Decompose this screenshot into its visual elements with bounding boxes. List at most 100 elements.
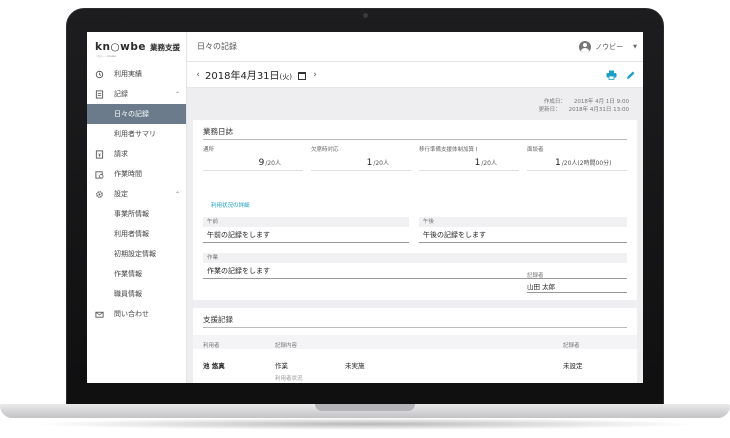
caret-down-icon: ▼ bbox=[633, 43, 637, 50]
daily-log-card: 業務日誌 通所 9/20人 欠席時対応 1/20人 移行準備支援体制加算 I 1… bbox=[193, 120, 637, 300]
sidebar-item-label: 初期設定情報 bbox=[114, 250, 156, 258]
support-log-card: 支援記録 利用者 記録内容 記録者 池 悠真 作業 未実施 未設定 利用者状況 bbox=[193, 308, 637, 383]
invoice-icon bbox=[95, 149, 104, 159]
sidebar-item-label: 利用者情報 bbox=[114, 230, 149, 238]
stat-interviewer: 面談者 1/20人(2時間00分) bbox=[527, 145, 627, 171]
user-menu[interactable]: ノウビー ▼ bbox=[579, 40, 637, 53]
sidebar-item-usage[interactable]: 利用実績 bbox=[87, 64, 186, 84]
sidebar-item-initial-settings[interactable]: 初期設定情報 bbox=[87, 244, 186, 264]
sidebar-item-label: 請求 bbox=[114, 150, 128, 158]
stat-value: 9/20人 bbox=[203, 157, 303, 171]
sidebar-item-staff-info[interactable]: 職員情報 bbox=[87, 284, 186, 304]
chevron-up-icon[interactable]: ⌃ bbox=[175, 91, 180, 98]
sidebar-item-label: 作業時間 bbox=[114, 170, 142, 178]
column-header-content: 記録内容 bbox=[275, 343, 298, 349]
divider bbox=[203, 139, 627, 140]
field-label: 記録者 bbox=[527, 273, 544, 279]
row-status: 未実施 bbox=[345, 362, 365, 370]
chevron-left-icon[interactable]: ‹ bbox=[193, 70, 203, 80]
stat-label: 欠席時対応 bbox=[311, 147, 339, 153]
main-content: 作成日： 2018年 4月 1日 9:00 更新日： 2018年 4月31日 13:… bbox=[193, 92, 637, 383]
card-title: 支援記録 bbox=[203, 315, 233, 324]
history-icon bbox=[95, 70, 104, 79]
recorder-field[interactable]: 記録者 山田 太郎 bbox=[527, 271, 627, 293]
sidebar-nav: 利用実績 記録 ⌃ 日々の記録 利用者サマリ 請求 作業時間 設定 ⌃ 事業所情… bbox=[87, 64, 186, 324]
field-label: 午前 bbox=[203, 217, 409, 227]
sidebar-item-label: 日々の記録 bbox=[114, 110, 149, 118]
page-title: 日々の記録 bbox=[197, 42, 237, 51]
sidebar-item-billing[interactable]: 請求 bbox=[87, 144, 186, 164]
sidebar-item-label: 問い合わせ bbox=[114, 310, 149, 318]
logo[interactable]: kn○wbe 業務支援 ノウビー — knowbe bbox=[87, 32, 186, 62]
sidebar-item-settings[interactable]: 設定 ⌃ bbox=[87, 184, 186, 204]
sidebar-item-office-info[interactable]: 事業所情報 bbox=[87, 204, 186, 224]
stat-unit: /20人 bbox=[481, 160, 497, 167]
afternoon-record-field[interactable]: 午後 午後の記録をします bbox=[419, 217, 627, 243]
row-item-secondary: 利用者状況 bbox=[275, 376, 303, 382]
field-label: 午後 bbox=[419, 217, 627, 227]
sidebar-item-work-info[interactable]: 作業情報 bbox=[87, 264, 186, 284]
sidebar: kn○wbe 業務支援 ノウビー — knowbe 利用実績 記録 ⌃ 日々の記… bbox=[87, 32, 187, 383]
stat-unit: /20人 bbox=[265, 160, 281, 167]
stat-value: 1/20人 bbox=[419, 157, 519, 171]
sidebar-item-daily-record[interactable]: 日々の記録 bbox=[87, 104, 186, 124]
gear-icon bbox=[95, 190, 104, 199]
sidebar-item-label: 事業所情報 bbox=[114, 210, 149, 218]
morning-record-field[interactable]: 午前 午前の記録をします bbox=[203, 217, 409, 243]
sidebar-item-label: 記録 bbox=[114, 90, 128, 98]
created-value: 2018年 4月 1日 9:00 bbox=[573, 99, 629, 105]
stat-transition-support: 移行準備支援体制加算 I 1/20人 bbox=[419, 145, 519, 171]
account-icon bbox=[579, 40, 592, 53]
column-header-user: 利用者 bbox=[203, 343, 220, 349]
date-year-month: 2018年4月 bbox=[205, 71, 257, 82]
sidebar-item-label: 設定 bbox=[114, 190, 128, 198]
stat-number: 9 bbox=[258, 158, 265, 168]
date-weekday: (火) bbox=[279, 73, 293, 81]
date-day: 31日 bbox=[256, 71, 280, 82]
row-recorder: 未設定 bbox=[563, 362, 583, 370]
stat-number: 1 bbox=[555, 158, 561, 168]
sidebar-item-user-summary[interactable]: 利用者サマリ bbox=[87, 124, 186, 144]
chevron-up-icon[interactable]: ⌃ bbox=[175, 191, 180, 198]
sidebar-item-contact[interactable]: 問い合わせ bbox=[87, 304, 186, 324]
stat-value: 1/20人 bbox=[311, 157, 411, 171]
current-date[interactable]: 2018年4月31日(火) bbox=[205, 67, 292, 82]
document-icon bbox=[95, 89, 104, 99]
card-title: 業務日誌 bbox=[203, 127, 233, 136]
user-name: ノウビー bbox=[595, 42, 624, 51]
print-icon[interactable] bbox=[605, 69, 617, 81]
stat-unit: /20人(2時間00分) bbox=[561, 160, 612, 167]
stat-value: 1/20人(2時間00分) bbox=[527, 157, 627, 171]
stat-attendance: 通所 9/20人 bbox=[203, 145, 303, 171]
product-name: 業務支援 bbox=[149, 42, 180, 52]
sidebar-item-work-hours[interactable]: 作業時間 bbox=[87, 164, 186, 184]
usage-detail-link[interactable]: 利用状況の詳細 bbox=[211, 201, 250, 209]
chevron-right-icon[interactable]: › bbox=[310, 70, 320, 80]
laptop-notch bbox=[315, 404, 415, 411]
mail-icon bbox=[95, 310, 104, 319]
field-label: 作業 bbox=[203, 253, 627, 263]
field-value: 午前の記録をします bbox=[203, 227, 409, 243]
schedule-icon bbox=[95, 170, 104, 179]
toolbar bbox=[605, 69, 637, 81]
calendar-icon[interactable] bbox=[298, 71, 307, 80]
stat-unit: /20人 bbox=[373, 160, 389, 167]
updated-label: 更新日： bbox=[538, 107, 561, 113]
field-value: 午後の記録をします bbox=[419, 227, 627, 243]
updated-value: 2018年 4月31日 13:00 bbox=[568, 107, 629, 113]
row-user-name[interactable]: 池 悠真 bbox=[203, 360, 225, 370]
sidebar-item-records[interactable]: 記録 ⌃ bbox=[87, 84, 186, 104]
record-meta: 作成日： 2018年 4月 1日 9:00 更新日： 2018年 4月31日 13:… bbox=[531, 98, 629, 114]
field-value: 山田 太郎 bbox=[527, 281, 627, 293]
divider bbox=[203, 327, 627, 328]
edit-icon[interactable] bbox=[625, 69, 637, 81]
date-navigation: ‹ 2018年4月31日(火) › bbox=[187, 62, 643, 88]
stat-number: 1 bbox=[366, 158, 373, 168]
logo-subtitle: ノウビー — knowbe bbox=[95, 55, 116, 58]
sidebar-item-user-info[interactable]: 利用者情報 bbox=[87, 224, 186, 244]
sidebar-item-label: 職員情報 bbox=[114, 290, 142, 298]
column-header-recorder: 記録者 bbox=[563, 343, 580, 349]
logo-mark: kn○wbe bbox=[95, 41, 146, 53]
sidebar-item-label: 作業情報 bbox=[114, 270, 142, 278]
sidebar-item-label: 利用実績 bbox=[114, 70, 142, 78]
